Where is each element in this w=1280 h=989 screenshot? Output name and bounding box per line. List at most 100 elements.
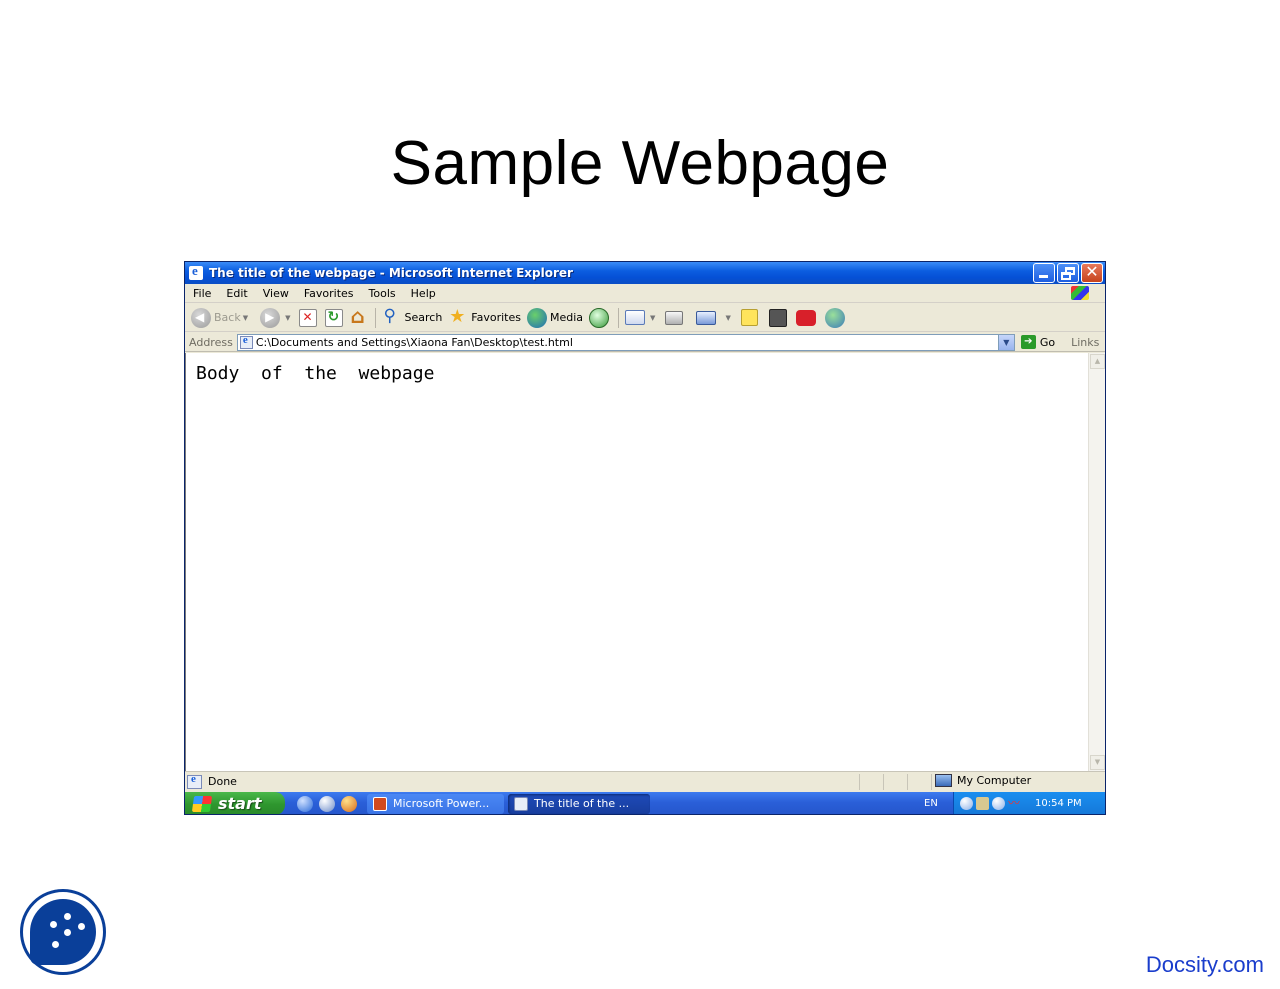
menu-edit[interactable]: Edit (218, 287, 254, 300)
print-button[interactable] (665, 310, 686, 325)
close-button[interactable]: ✕ (1081, 262, 1103, 283)
back-button[interactable]: Back ▼ (191, 307, 248, 328)
chevron-down-icon[interactable]: ▼ (725, 314, 730, 322)
tray-icons: 〰 (960, 797, 1021, 810)
search-label: Search (404, 311, 443, 324)
mail-button[interactable]: ▼ (625, 310, 655, 325)
chevron-down-icon[interactable]: ▼ (650, 314, 655, 322)
status-divider (907, 774, 908, 790)
links-button[interactable]: Links (1071, 336, 1099, 349)
messenger-icon (824, 307, 845, 328)
messenger-tray-icon[interactable] (992, 797, 1005, 810)
printer-icon (665, 310, 684, 325)
forward-button[interactable]: ▼ (260, 307, 291, 328)
page-status-icon (187, 773, 202, 789)
docsity-logo (20, 889, 106, 975)
red-tool-button[interactable] (795, 309, 819, 326)
history-button[interactable] (589, 307, 612, 328)
menu-file[interactable]: File (185, 287, 218, 300)
address-value[interactable]: C:\Documents and Settings\Xiaona Fan\Des… (256, 336, 573, 349)
status-bar: Done My Computer (185, 771, 1105, 791)
zone-label: My Computer (957, 774, 1032, 787)
mail-icon (625, 310, 646, 325)
home-button[interactable] (351, 304, 369, 328)
back-label: Back (214, 311, 241, 324)
task-label: The title of the ... (534, 797, 630, 810)
go-button[interactable]: ➔ Go (1020, 335, 1056, 349)
standard-toolbar: Back ▼ ▼ Search Favorites Media ▼ (185, 304, 1105, 332)
edit-button[interactable]: ▼ (696, 310, 731, 325)
scroll-down-button[interactable]: ▼ (1090, 755, 1105, 770)
computer-icon (935, 774, 952, 787)
menu-help[interactable]: Help (403, 287, 443, 300)
clock[interactable]: 10:54 PM (1035, 798, 1082, 809)
ie-quick-launch-icon[interactable] (297, 795, 313, 812)
research-button[interactable] (768, 308, 790, 327)
notes-button[interactable] (740, 309, 761, 326)
media-player-quick-launch-icon[interactable] (341, 795, 357, 812)
menu-tools[interactable]: Tools (361, 287, 403, 300)
refresh-button[interactable] (324, 308, 343, 327)
status-text: Done (208, 775, 237, 788)
language-indicator[interactable]: EN (924, 798, 938, 809)
chevron-down-icon[interactable]: ▼ (285, 314, 290, 322)
page-icon (239, 334, 253, 349)
menu-favorites[interactable]: Favorites (296, 287, 361, 300)
window-titlebar[interactable]: The title of the webpage - Microsoft Int… (185, 262, 1105, 284)
back-arrow-icon (191, 307, 211, 328)
window-controls: ✕ (1033, 262, 1103, 283)
docsity-watermark: Docsity.com (1145, 952, 1264, 977)
toolbar-divider (618, 307, 620, 328)
windows-flag-icon (1071, 286, 1089, 300)
chevron-down-icon[interactable]: ▼ (243, 314, 248, 322)
address-bar: Address C:\Documents and Settings\Xiaona… (185, 333, 1105, 352)
windows-taskbar: start Microsoft Power... The title of th… (185, 792, 1105, 814)
page-body-text: Body of the webpage (196, 363, 435, 384)
windows-logo-icon (191, 795, 213, 812)
stop-button[interactable] (298, 308, 317, 327)
address-input[interactable]: C:\Documents and Settings\Xiaona Fan\Des… (236, 333, 1015, 351)
taskbar-item-ie[interactable]: The title of the ... (508, 793, 650, 814)
toolbar-divider (374, 307, 376, 328)
address-dropdown-button[interactable]: ▼ (997, 334, 1014, 350)
close-icon: ✕ (1085, 262, 1099, 281)
security-zone: My Computer (935, 774, 1031, 787)
start-button[interactable]: start (185, 792, 285, 814)
task-label: Microsoft Power... (393, 797, 490, 810)
window-title: The title of the webpage - Microsoft Int… (209, 266, 573, 280)
ie-page-icon (514, 796, 528, 811)
minimize-button[interactable] (1033, 263, 1055, 283)
browser-quick-launch-icon[interactable] (319, 795, 335, 812)
menu-bar: File Edit View Favorites Tools Help (185, 284, 1105, 303)
powerpoint-icon (373, 796, 387, 811)
volume-icon[interactable] (960, 797, 973, 810)
messenger-button[interactable] (824, 307, 848, 328)
search-icon (382, 306, 402, 328)
media-label: Media (550, 311, 584, 324)
start-label: start (218, 794, 262, 813)
taskbar-item-powerpoint[interactable]: Microsoft Power... (367, 793, 504, 814)
minimize-icon (1039, 275, 1048, 278)
restore-button[interactable] (1057, 263, 1079, 283)
status-divider (859, 774, 860, 790)
menu-view[interactable]: View (255, 287, 296, 300)
favorites-button[interactable]: Favorites (448, 306, 521, 328)
red-tool-icon (795, 309, 816, 326)
system-tray: EN 〰 10:54 PM (924, 792, 1105, 814)
status-divider (931, 774, 932, 790)
sticky-note-icon (740, 309, 758, 326)
forward-arrow-icon (260, 307, 281, 328)
go-label: Go (1039, 335, 1056, 349)
scroll-up-button[interactable]: ▲ (1090, 354, 1105, 369)
address-label: Address (189, 335, 233, 349)
research-icon (768, 308, 787, 327)
activity-icon[interactable]: 〰 (1008, 797, 1021, 810)
media-button[interactable]: Media (527, 307, 584, 328)
page-viewport[interactable]: Body of the webpage ▲ ▼ (185, 353, 1105, 771)
ie-window-icon[interactable] (189, 263, 203, 280)
vertical-scrollbar[interactable]: ▲ ▼ (1088, 353, 1105, 771)
favorites-label: Favorites (471, 311, 521, 324)
edit-page-icon (696, 310, 717, 325)
network-icon[interactable] (976, 797, 989, 810)
search-button[interactable]: Search (382, 306, 443, 328)
